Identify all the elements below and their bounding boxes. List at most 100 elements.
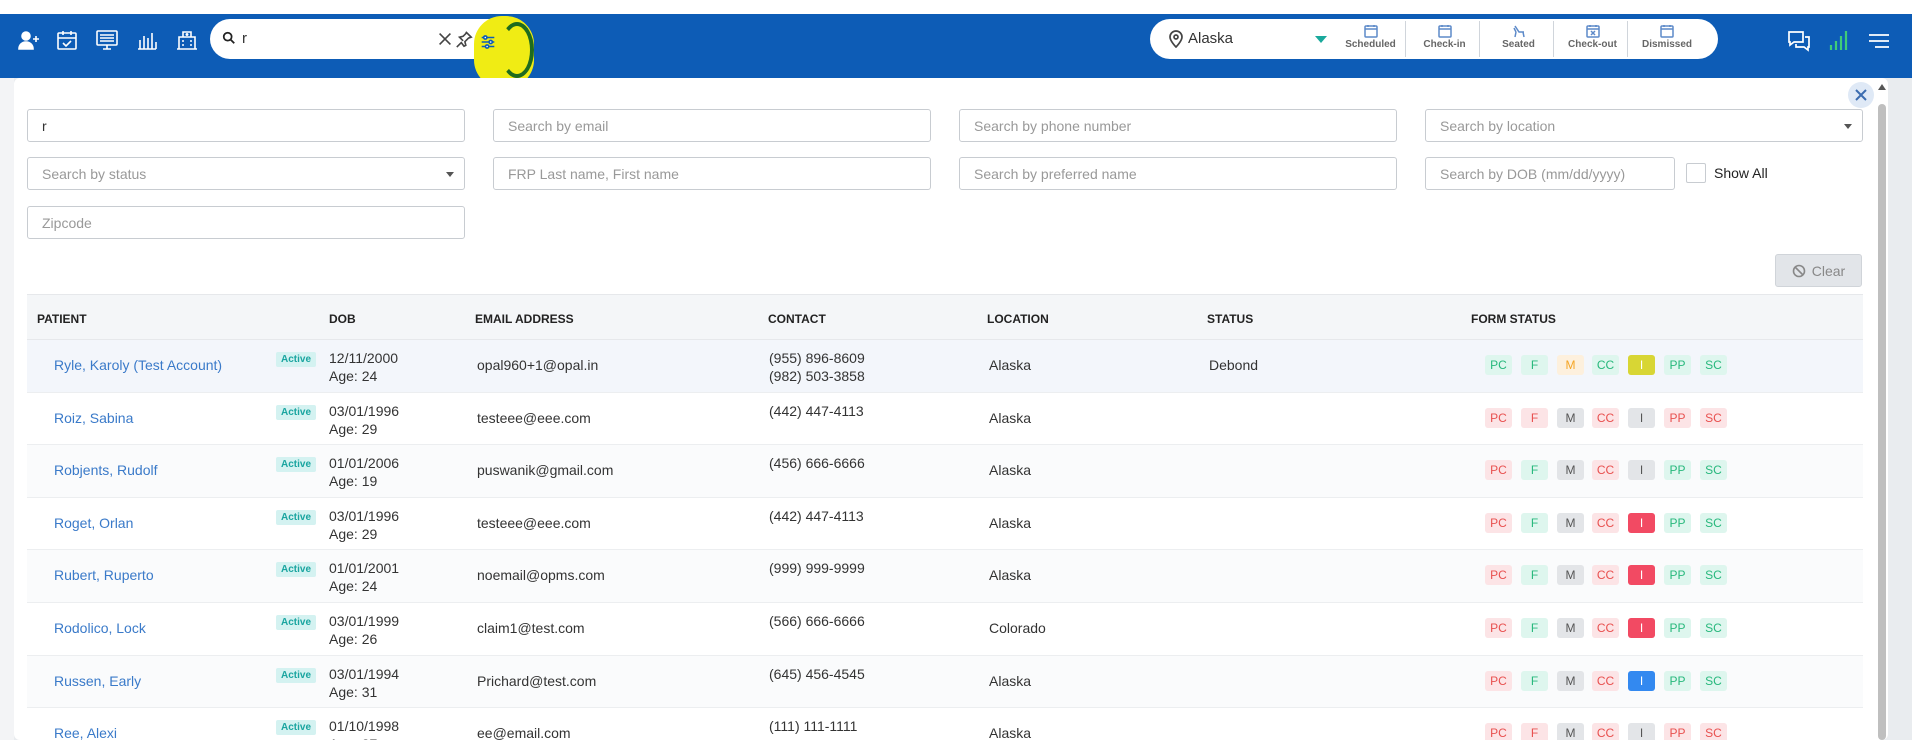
filter-sliders-icon[interactable]	[476, 30, 500, 54]
form-status-chip[interactable]: I	[1628, 670, 1655, 691]
form-status-chip[interactable]: PP	[1664, 565, 1691, 586]
form-status-chip[interactable]: M	[1557, 565, 1584, 586]
phone-search-field[interactable]: Search by phone number	[959, 109, 1397, 142]
form-status-chip[interactable]: SC	[1700, 512, 1727, 533]
hamburger-menu-icon[interactable]	[1866, 28, 1892, 59]
form-status-chip[interactable]: PP	[1664, 723, 1691, 740]
status-search-dropdown[interactable]: Search by status	[27, 157, 465, 190]
form-status-chip[interactable]: CC	[1592, 355, 1619, 375]
form-status-chip[interactable]: M	[1557, 670, 1584, 691]
tab-check-in[interactable]: Check-in	[1410, 21, 1480, 57]
form-status-chip[interactable]: M	[1557, 355, 1584, 375]
close-icon[interactable]	[1848, 82, 1874, 108]
form-status-chip[interactable]: CC	[1592, 617, 1619, 638]
patient-name-link[interactable]: Ree, Alexi	[54, 725, 117, 740]
patient-name-link[interactable]: Roget, Orlan	[54, 515, 133, 531]
form-status-chip[interactable]: M	[1557, 407, 1584, 428]
patient-name-link[interactable]: Roiz, Sabina	[54, 410, 133, 426]
form-status-chip[interactable]: CC	[1592, 565, 1619, 586]
form-status-chip[interactable]: PP	[1664, 512, 1691, 533]
form-status-chip[interactable]: I	[1628, 355, 1655, 375]
table-row[interactable]: Ryle, Karoly (Test Account) Active 12/11/2…	[27, 340, 1863, 393]
location-dropdown-icon[interactable]	[1315, 36, 1327, 43]
form-status-chip[interactable]: I	[1628, 512, 1655, 533]
form-status-chip[interactable]: CC	[1592, 723, 1619, 740]
patient-name-link[interactable]: Rodolico, Lock	[54, 620, 146, 636]
form-status-chip[interactable]: CC	[1592, 670, 1619, 691]
form-status-chip[interactable]: M	[1557, 723, 1584, 740]
frp-search-field[interactable]: FRP Last name, First name	[493, 157, 931, 190]
form-status-chip[interactable]: PC	[1485, 460, 1512, 481]
form-status-chip[interactable]: SC	[1700, 355, 1727, 375]
form-status-chip[interactable]: I	[1628, 565, 1655, 586]
location-select[interactable]: Alaska	[1188, 30, 1233, 47]
monitor-icon[interactable]	[92, 27, 122, 53]
clear-button[interactable]: Clear	[1775, 254, 1862, 287]
form-status-chip[interactable]: CC	[1592, 407, 1619, 428]
form-status-chip[interactable]: F	[1521, 460, 1548, 481]
form-status-chip[interactable]: F	[1521, 723, 1548, 740]
form-status-chip[interactable]: PC	[1485, 565, 1512, 586]
form-status-chip[interactable]: PP	[1664, 460, 1691, 481]
patient-name-link[interactable]: Robjents, Rudolf	[54, 462, 158, 478]
table-row[interactable]: Rodolico, Lock Active 03/01/1999 Age: 26 cla…	[27, 603, 1863, 656]
form-status-chip[interactable]: SC	[1700, 460, 1727, 481]
form-status-chip[interactable]: PC	[1485, 355, 1512, 375]
pin-icon[interactable]	[454, 29, 474, 49]
form-status-chip[interactable]: I	[1628, 617, 1655, 638]
dob-search-field[interactable]: Search by DOB (mm/dd/yyyy)	[1425, 157, 1675, 190]
show-all-checkbox[interactable]	[1686, 163, 1706, 183]
form-status-chip[interactable]: CC	[1592, 460, 1619, 481]
form-status-chip[interactable]: SC	[1700, 407, 1727, 428]
scrollbar-thumb[interactable]	[1878, 104, 1886, 740]
table-row[interactable]: Ree, Alexi Active 01/10/1998Age: 27 ee@emai…	[27, 708, 1863, 740]
bar-chart-icon[interactable]	[132, 27, 162, 53]
form-status-chip[interactable]: PC	[1485, 512, 1512, 533]
form-status-chip[interactable]: F	[1521, 512, 1548, 533]
form-status-chip[interactable]: M	[1557, 460, 1584, 481]
form-status-chip[interactable]: SC	[1700, 565, 1727, 586]
tab-dismissed[interactable]: Dismissed	[1632, 21, 1702, 57]
form-status-chip[interactable]: I	[1628, 460, 1655, 481]
preferred-name-field[interactable]: Search by preferred name	[959, 157, 1397, 190]
form-status-chip[interactable]: F	[1521, 407, 1548, 428]
form-status-chip[interactable]: SC	[1700, 617, 1727, 638]
form-status-chip[interactable]: I	[1628, 407, 1655, 428]
clear-search-icon[interactable]	[435, 29, 455, 49]
form-status-chip[interactable]: CC	[1592, 512, 1619, 533]
form-status-chip[interactable]: PP	[1664, 617, 1691, 638]
form-status-chip[interactable]: PP	[1664, 670, 1691, 691]
zipcode-field[interactable]: Zipcode	[27, 206, 465, 239]
form-status-chip[interactable]: M	[1557, 617, 1584, 638]
signal-bars-icon[interactable]	[1826, 28, 1852, 59]
add-user-icon[interactable]	[14, 27, 44, 53]
global-search[interactable]: r	[210, 19, 510, 59]
form-status-chip[interactable]: PC	[1485, 723, 1512, 740]
form-status-chip[interactable]: PP	[1664, 407, 1691, 428]
table-row[interactable]: Roget, Orlan Active 03/01/1996 Age: 29 teste…	[27, 498, 1863, 551]
table-row[interactable]: Russen, Early Active 03/01/1994 Age: 31 Pric…	[27, 655, 1863, 709]
location-search-dropdown[interactable]: Search by location	[1425, 109, 1863, 142]
patient-name-link[interactable]: Rubert, Ruperto	[54, 567, 154, 583]
patient-name-link[interactable]: Russen, Early	[54, 673, 141, 689]
name-search-field[interactable]: r	[27, 109, 465, 142]
calendar-check-icon[interactable]	[52, 27, 82, 53]
table-row[interactable]: Rubert, Ruperto Active 01/01/2001 Age: 24 no…	[27, 550, 1863, 603]
email-search-field[interactable]: Search by email	[493, 109, 931, 142]
form-status-chip[interactable]: F	[1521, 355, 1548, 375]
form-status-chip[interactable]: M	[1557, 512, 1584, 533]
hospital-icon[interactable]	[172, 27, 202, 53]
form-status-chip[interactable]: I	[1628, 723, 1655, 740]
form-status-chip[interactable]: F	[1521, 617, 1548, 638]
form-status-chip[interactable]: PC	[1485, 670, 1512, 691]
table-row[interactable]: Robjents, Rudolf Active 01/01/2006 Age: 19 p…	[27, 445, 1863, 498]
form-status-chip[interactable]: PC	[1485, 617, 1512, 638]
table-row[interactable]: Roiz, Sabina Active 03/01/1996 Age: 29 teste…	[27, 393, 1863, 446]
form-status-chip[interactable]: SC	[1700, 723, 1727, 740]
tab-check-out[interactable]: Check-out	[1558, 21, 1628, 57]
patient-name-link[interactable]: Ryle, Karoly (Test Account)	[54, 357, 222, 373]
scroll-up-icon[interactable]	[1878, 84, 1886, 90]
global-search-value[interactable]: r	[242, 30, 247, 47]
form-status-chip[interactable]: F	[1521, 670, 1548, 691]
form-status-chip[interactable]: PP	[1664, 355, 1691, 375]
